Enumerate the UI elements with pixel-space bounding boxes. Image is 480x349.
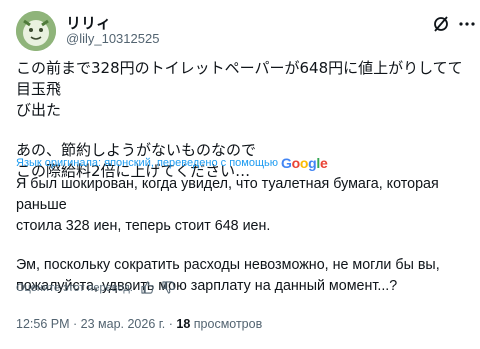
- post-time[interactable]: 12:56 PM: [16, 317, 70, 331]
- original-line: び出た: [16, 101, 62, 119]
- views-count: 18: [176, 317, 191, 331]
- avatar-image: [16, 11, 56, 51]
- thumbs-up-icon[interactable]: [141, 281, 154, 294]
- meta-separator: ·: [73, 317, 81, 331]
- post: リリィ @lily_10312525 この前まで328円のトイレットペーパーが6…: [0, 0, 480, 349]
- rate-translation: Оцените этот перевод:: [16, 281, 175, 294]
- post-date[interactable]: 23 мар. 2026 г.: [81, 317, 166, 331]
- grok-icon[interactable]: [432, 15, 450, 33]
- translated-line: Я был шокирован, когда увидел, что туале…: [16, 176, 439, 213]
- translation-note: Язык оригинала: японский, переведено с п…: [16, 157, 278, 169]
- translation-attribution[interactable]: Язык оригинала: японский, переведено с п…: [16, 155, 328, 171]
- translated-post-text: Я был шокирован, когда увидел, что туале…: [16, 174, 468, 297]
- post-meta: 12:56 PM · 23 мар. 2026 г. · 18 просмотр…: [16, 317, 262, 331]
- rate-translation-label: Оцените этот перевод:: [16, 281, 133, 294]
- google-logo: Google: [281, 155, 328, 171]
- thumbs-down-icon[interactable]: [162, 281, 175, 294]
- user-handle[interactable]: @lily_10312525: [66, 31, 159, 46]
- translated-line: Эм, поскольку сократить расходы невозмож…: [16, 257, 440, 273]
- views-label: просмотров: [193, 317, 263, 331]
- original-line: この前まで328円のトイレットペーパーが648円に値上がりしてて目玉飛: [16, 59, 463, 98]
- avatar[interactable]: [16, 11, 56, 51]
- translated-line: стоила 328 иен, теперь стоит 648 иен.: [16, 218, 271, 234]
- more-options-icon[interactable]: [458, 15, 476, 33]
- display-name[interactable]: リリィ: [66, 12, 111, 33]
